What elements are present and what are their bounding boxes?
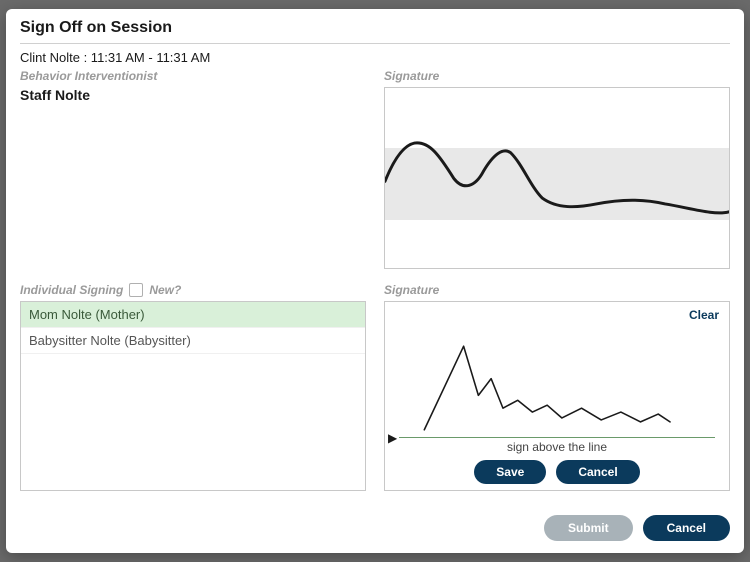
new-checkbox[interactable]: [129, 283, 143, 297]
new-label: New?: [149, 283, 181, 297]
interventionist-col: Behavior Interventionist Staff Nolte: [20, 69, 366, 269]
signature-line: [399, 437, 715, 438]
individual-signing-label: Individual Signing: [20, 283, 123, 297]
signature-cancel-button[interactable]: Cancel: [556, 460, 639, 484]
signature-label-bottom: Signature: [384, 283, 730, 297]
individual-col: Individual Signing New? Mom Nolte (Mothe…: [20, 283, 366, 491]
interventionist-label: Behavior Interventionist: [20, 69, 366, 83]
signature-buttons: Save Cancel: [385, 460, 729, 484]
top-row: Behavior Interventionist Staff Nolte Sig…: [20, 69, 730, 269]
save-button[interactable]: Save: [474, 460, 546, 484]
sign-off-modal: Sign Off on Session Clint Nolte : 11:31 …: [6, 9, 744, 553]
modal-footer: Submit Cancel: [6, 505, 744, 553]
modal-header: Sign Off on Session: [6, 9, 744, 43]
interventionist-name: Staff Nolte: [20, 87, 366, 103]
bottom-row: Individual Signing New? Mom Nolte (Mothe…: [20, 283, 730, 491]
interventionist-signature-stroke: [385, 88, 729, 267]
submit-button[interactable]: Submit: [544, 515, 633, 541]
modal-title: Sign Off on Session: [20, 19, 730, 37]
signature-label-top: Signature: [384, 69, 730, 83]
individual-signature-box[interactable]: Clear ▶ sign above the line Save Cancel: [384, 301, 730, 491]
footer-cancel-button[interactable]: Cancel: [643, 515, 730, 541]
interventionist-signature-col: Signature: [384, 69, 730, 269]
modal-content: Behavior Interventionist Staff Nolte Sig…: [6, 69, 744, 505]
sign-hint: sign above the line: [385, 440, 729, 454]
signer-list: Mom Nolte (Mother) Babysitter Nolte (Bab…: [20, 301, 366, 491]
individual-label-row: Individual Signing New?: [20, 283, 366, 297]
list-item[interactable]: Babysitter Nolte (Babysitter): [21, 328, 365, 354]
session-summary: Clint Nolte : 11:31 AM - 11:31 AM: [6, 44, 744, 69]
individual-signature-col: Signature Clear ▶ sign above the line Sa…: [384, 283, 730, 491]
list-item[interactable]: Mom Nolte (Mother): [21, 302, 365, 328]
interventionist-signature-box[interactable]: [384, 87, 730, 269]
